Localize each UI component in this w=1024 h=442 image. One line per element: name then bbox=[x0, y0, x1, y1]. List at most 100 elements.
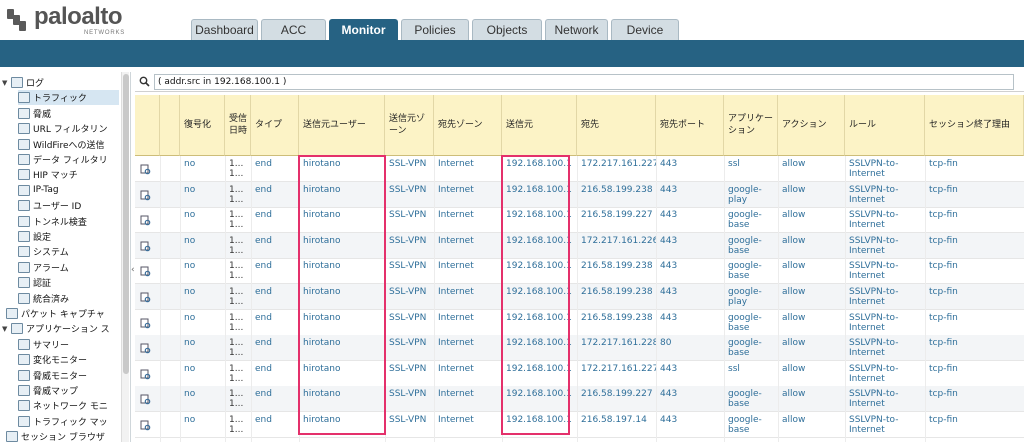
sidebar-item-1[interactable]: トラフィック bbox=[18, 90, 119, 106]
sidebar-item-label: システム bbox=[33, 248, 69, 259]
table-row[interactable]: no 1... 1... end hirotano SSL-VPN Internet 192… bbox=[135, 335, 1024, 362]
cell-宛先[interactable]: 216.58.199.227 bbox=[577, 207, 656, 233]
log-detail-icon[interactable] bbox=[140, 190, 151, 201]
sidebar-item-21[interactable]: ネットワーク モニ bbox=[18, 398, 119, 413]
sidebar-item-14[interactable]: 統合済み bbox=[18, 291, 119, 306]
sidebar-item-label: トンネル検査 bbox=[33, 217, 87, 228]
sidebar-item-8[interactable]: ユーザー ID bbox=[18, 198, 119, 213]
column-header-1[interactable] bbox=[160, 95, 180, 156]
sidebar-item-3[interactable]: URL フィルタリン bbox=[18, 121, 119, 136]
table-row[interactable]: no 1... 1... end hirotano SSL-VPN Internet 192… bbox=[135, 386, 1024, 413]
sidebar-item-0[interactable]: ▼ ログ bbox=[2, 75, 119, 90]
cell-ルール: SSLVPN-to- Internet bbox=[849, 210, 899, 231]
sidebar-item-17[interactable]: サマリー bbox=[18, 337, 119, 352]
log-detail-icon[interactable] bbox=[140, 164, 151, 175]
log-detail-icon[interactable] bbox=[140, 420, 151, 431]
cell-宛先[interactable]: 216.58.199.238 bbox=[577, 284, 656, 310]
sidebar-item-13[interactable]: 認証 bbox=[18, 275, 119, 290]
log-detail-icon[interactable] bbox=[140, 215, 151, 226]
table-row[interactable]: no 1... 1... end hirotano SSL-VPN Internet 192… bbox=[135, 258, 1024, 285]
cell-宛先[interactable]: 172.217.161.226 bbox=[577, 233, 656, 259]
cell-セッション終了理由: tcp-fin bbox=[929, 415, 958, 425]
sidebar-item-19[interactable]: 脅威モニター bbox=[18, 368, 119, 383]
cell-復号化: no bbox=[184, 312, 196, 323]
cell-宛先[interactable]: 216.58.199.238 bbox=[577, 182, 656, 208]
sidebar-item-12[interactable]: アラーム bbox=[18, 260, 119, 275]
table-row[interactable]: no 1... 1... end hirotano SSL-VPN Internet 192… bbox=[135, 284, 1024, 310]
column-divider bbox=[251, 156, 252, 442]
tab-acc[interactable]: ACC bbox=[261, 19, 326, 40]
log-detail-icon[interactable] bbox=[140, 318, 151, 329]
log-filter-input[interactable] bbox=[154, 74, 1014, 90]
column-header-5[interactable]: 送信元ユーザー bbox=[299, 95, 385, 156]
tab-network[interactable]: Network bbox=[545, 19, 608, 40]
tab-monitor[interactable]: Monitor bbox=[329, 19, 398, 40]
sidebar-item-9[interactable]: トンネル検査 bbox=[18, 214, 119, 229]
cell-宛先[interactable]: 216.58.199.227 bbox=[577, 386, 656, 412]
column-header-6[interactable]: 送信元ゾーン bbox=[385, 95, 434, 156]
sidebar-item-15[interactable]: パケット キャプチャ bbox=[6, 306, 119, 321]
table-row[interactable]: no 1... 1... end hirotano SSL-VPN Internet 192… bbox=[135, 310, 1024, 336]
column-header-13[interactable]: ルール bbox=[845, 95, 925, 156]
cell-宛先[interactable]: 216.58.199.238 bbox=[577, 310, 656, 336]
column-header-11[interactable]: アプリケーション bbox=[724, 95, 778, 156]
sidebar-item-7[interactable]: IP-Tag bbox=[18, 183, 119, 198]
sidebar-item-20[interactable]: 脅威マップ bbox=[18, 383, 119, 398]
column-header-14[interactable]: セッション終了理由 bbox=[925, 95, 1024, 156]
cell-宛先[interactable]: 216.58.197.14 bbox=[577, 412, 656, 438]
log-detail-icon[interactable] bbox=[140, 292, 151, 303]
system-icon bbox=[18, 246, 30, 258]
log-detail-icon[interactable] bbox=[140, 343, 151, 354]
column-header-12[interactable]: アクション bbox=[778, 95, 845, 156]
table-row[interactable]: no 1... 1... end hirotano SSL-VPN Internet 192… bbox=[135, 181, 1024, 208]
table-row[interactable]: no 1... 1... end hirotano SSL-VPN Internet 192… bbox=[135, 361, 1024, 387]
log-detail-icon[interactable] bbox=[140, 266, 151, 277]
column-header-8[interactable]: 送信元 bbox=[502, 95, 577, 156]
sidebar-item-label: 認証 bbox=[33, 279, 52, 290]
expand-icon[interactable]: ▼ bbox=[2, 79, 10, 87]
cell-アプリケーション: google- base bbox=[728, 415, 762, 435]
brand-name: paloalto bbox=[34, 3, 123, 30]
network-monitor-icon bbox=[18, 400, 30, 412]
cell-宛先[interactable]: 172.217.161.227 bbox=[577, 361, 656, 387]
sidebar-item-11[interactable]: システム bbox=[18, 244, 119, 259]
column-header-3[interactable]: 受信日時 bbox=[225, 95, 251, 156]
column-header-9[interactable]: 宛先 bbox=[577, 95, 656, 156]
sidebar-item-2[interactable]: 脅威 bbox=[18, 106, 119, 121]
sidebar-item-16[interactable]: ▼ アプリケーション ス bbox=[2, 321, 119, 336]
sidebar-item-5[interactable]: データ フィルタリ bbox=[18, 152, 119, 167]
sidebar-scrollbar[interactable] bbox=[121, 72, 129, 442]
cell-タイプ: end bbox=[255, 184, 272, 195]
column-header-4[interactable]: タイプ bbox=[251, 95, 299, 156]
cell-宛先[interactable]: 172.217.161.228 bbox=[577, 335, 656, 361]
cell-宛先ゾーン: Internet bbox=[438, 235, 474, 246]
table-row[interactable]: no 1... 1... end hirotano SSL-VPN Internet 192… bbox=[135, 156, 1024, 182]
tab-dashboard[interactable]: Dashboard bbox=[191, 19, 258, 40]
sidebar-item-6[interactable]: HIP マッチ bbox=[18, 167, 119, 182]
sidebar-scroll-thumb[interactable] bbox=[123, 74, 129, 374]
sidebar-item-4[interactable]: WildFireへの送信 bbox=[18, 137, 119, 152]
sidebar-item-18[interactable]: 変化モニター bbox=[18, 352, 119, 367]
tab-device[interactable]: Device bbox=[611, 19, 679, 40]
tab-policies[interactable]: Policies bbox=[401, 19, 469, 40]
expand-icon[interactable]: ▼ bbox=[2, 325, 10, 333]
cell-セッション終了理由: tcp-fin bbox=[929, 210, 958, 221]
tab-objects[interactable]: Objects bbox=[472, 19, 542, 40]
cell-宛先[interactable]: 172.217.161.227 bbox=[577, 156, 656, 182]
table-row[interactable]: no 1... 1... end hirotano SSL-VPN Internet 192… bbox=[135, 412, 1024, 438]
table-row[interactable]: no 1... 1... end hirotano SSL-VPN Internet 192… bbox=[135, 207, 1024, 234]
column-header-0[interactable] bbox=[135, 95, 160, 156]
sidebar-item-22[interactable]: トラフィック マッ bbox=[18, 414, 119, 429]
cell-宛先[interactable]: 216.58.199.238 bbox=[577, 258, 656, 284]
table-row[interactable]: no 1... 1... end hirotano SSL-VPN Internet 192… bbox=[135, 232, 1024, 259]
log-detail-icon[interactable] bbox=[140, 394, 151, 405]
column-header-2[interactable]: 復号化 bbox=[180, 95, 225, 156]
cell-アプリケーション: ssl bbox=[728, 159, 740, 169]
column-header-7[interactable]: 宛先ゾーン bbox=[434, 95, 502, 156]
column-header-10[interactable]: 宛先ポート bbox=[656, 95, 724, 156]
log-detail-icon[interactable] bbox=[140, 369, 151, 380]
log-detail-icon[interactable] bbox=[140, 241, 151, 252]
search-icon[interactable] bbox=[139, 76, 150, 87]
sidebar-item-23[interactable]: セッション ブラウザ bbox=[6, 429, 119, 442]
sidebar-item-10[interactable]: 設定 bbox=[18, 229, 119, 244]
